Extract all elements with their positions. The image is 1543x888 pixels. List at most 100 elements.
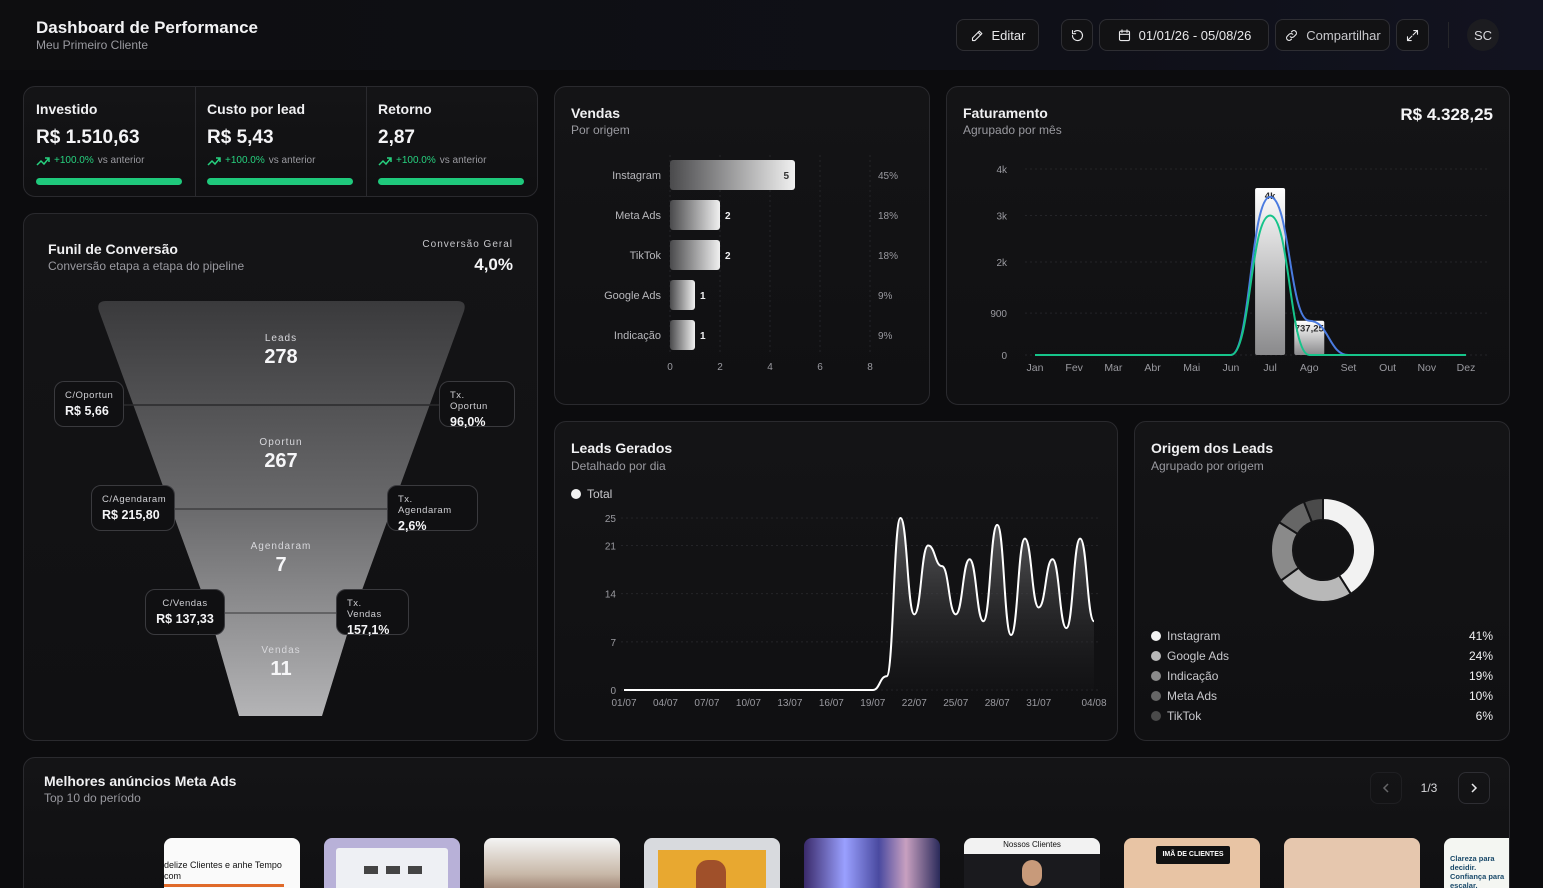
ad-thumbnail-7[interactable]: IMÃ DE CLIENTES	[1124, 838, 1260, 888]
y-category-label: Indicação	[614, 330, 661, 342]
avatar[interactable]: SC	[1467, 19, 1499, 51]
bar-percent-label: 9%	[878, 291, 893, 302]
ad-thumbnail-4[interactable]	[644, 838, 780, 888]
kpi-investido: Investido R$ 1.510,63 +100.0% vs anterio…	[24, 87, 195, 197]
x-tick-label: 25/07	[943, 698, 968, 709]
y-tick-label: 7	[610, 638, 616, 649]
pencil-icon	[971, 30, 982, 41]
ad-thumbnail-3[interactable]	[484, 838, 620, 888]
badge-label: Tx. Oportun	[450, 390, 488, 412]
kpi-trend: +100.0% vs anterior	[207, 155, 315, 166]
calendar-icon	[1118, 28, 1130, 41]
bar	[670, 160, 795, 190]
page-indicator: 1/3	[1420, 781, 1438, 795]
badge-label: C/Oportun	[65, 390, 114, 401]
x-tick-label: Set	[1341, 362, 1357, 374]
kpi-card: Investido R$ 1.510,63 +100.0% vs anterio…	[23, 86, 538, 197]
toolbar-divider	[1448, 22, 1449, 48]
kpi-progress-bar	[378, 178, 524, 185]
funnel-stage-value: 11	[270, 658, 292, 680]
ad-thumbnail-5[interactable]	[804, 838, 940, 888]
y-tick-label: 21	[605, 542, 617, 553]
legend-dot	[1151, 691, 1161, 701]
x-tick-label: 28/07	[985, 698, 1010, 709]
series-line	[1035, 195, 1466, 356]
y-tick-label: 3k	[996, 212, 1008, 223]
legend-value: 41%	[1468, 629, 1493, 643]
prev-page-button[interactable]	[1370, 772, 1402, 804]
ad-thumbnail-2[interactable]	[324, 838, 460, 888]
ad-thumbnail-text: Clareza para decidir. Confiança para esc…	[1450, 854, 1505, 888]
chevron-right-icon	[1471, 783, 1478, 793]
x-tick-label: 07/07	[694, 698, 719, 709]
badge-value: 2,6%	[398, 519, 427, 533]
kpi-trend-suffix: vs anterior	[268, 155, 316, 166]
ad-thumbnail-8[interactable]	[1284, 838, 1420, 888]
x-tick-label: 13/07	[777, 698, 802, 709]
x-tick-label: Mar	[1104, 362, 1123, 374]
legend-dot	[1151, 671, 1161, 681]
refresh-button[interactable]	[1061, 19, 1093, 51]
edit-button[interactable]: Editar	[956, 19, 1039, 51]
badge-value: R$ 215,80	[102, 508, 160, 522]
kpi-retorno: Retorno 2,87 +100.0% vs anterior	[366, 87, 537, 197]
trend-up-icon	[207, 156, 221, 166]
share-button[interactable]: Compartilhar	[1275, 19, 1390, 51]
badge-label: C/Agendaram	[102, 494, 167, 505]
kpi-custo-por-lead: Custo por lead R$ 5,43 +100.0% vs anteri…	[195, 87, 366, 197]
y-category-label: TikTok	[630, 250, 662, 262]
x-tick-label: Jun	[1222, 362, 1239, 374]
ad-thumbnail-1[interactable]: delize Clientes e anhe Tempo com	[164, 838, 300, 888]
bar-value-label: 2	[725, 211, 731, 222]
series-line	[1035, 214, 1466, 356]
x-tick-label: 04/08	[1081, 698, 1106, 709]
fullscreen-button[interactable]	[1396, 19, 1429, 51]
next-page-button[interactable]	[1458, 772, 1490, 804]
faturamento-card: Faturamento Agrupado por mês R$ 4.328,25…	[946, 86, 1510, 405]
x-tick-label: 01/07	[611, 698, 636, 709]
kpi-label: Investido	[36, 101, 98, 117]
date-range-picker[interactable]: 01/01/26 - 05/08/26	[1099, 19, 1269, 51]
legend-row-indicacao: Indicação 19%	[1151, 667, 1493, 685]
x-tick-label: 8	[867, 362, 873, 373]
bar-value-label: 5	[783, 171, 789, 182]
funnel-stage-label: Leads	[264, 333, 298, 344]
x-tick-label: Out	[1379, 362, 1396, 374]
ad-thumbnail-block	[364, 866, 378, 874]
ad-thumbnail-text: delize Clientes e anhe Tempo com	[164, 860, 282, 881]
y-tick-label: 4k	[996, 165, 1008, 176]
x-tick-label: Abr	[1144, 362, 1161, 374]
kpi-value: R$ 5,43	[207, 127, 274, 148]
vendas-chart: 0 2 4 6 8 Instagram 5 45% Meta Ads 2 18% TikTok 2 18%…	[604, 155, 898, 373]
kpi-progress-bar	[36, 178, 182, 185]
origem-card: Origem dos Leads Agrupado por origem Ins…	[1134, 421, 1510, 741]
x-tick-label: 4	[767, 362, 773, 373]
rate-badge-vendas: Tx. Vendas 157,1%	[336, 589, 409, 637]
ad-thumbnail-9[interactable]: Clareza para decidir. Confiança para esc…	[1444, 838, 1509, 888]
y-tick-label: 2k	[996, 258, 1008, 269]
kpi-trend-value: +100.0%	[54, 155, 94, 166]
x-tick-label: 6	[817, 362, 823, 373]
bar-value-label: 1	[700, 331, 706, 342]
edit-button-label: Editar	[991, 27, 1026, 43]
trend-up-icon	[36, 156, 50, 166]
y-tick-label: 900	[990, 309, 1007, 320]
leads-chart: 0 7 14 21 25 01/07 04/07 07/07 10/07 13/07 16/07 19…	[605, 514, 1107, 709]
badge-label: Tx. Agendaram	[398, 494, 452, 516]
y-tick-label: 14	[605, 590, 617, 601]
x-tick-label: Mai	[1183, 362, 1200, 374]
bar-percent-label: 18%	[878, 211, 898, 222]
x-tick-label: 0	[667, 362, 673, 373]
bar-value-label: 1	[700, 291, 706, 302]
legend-dot	[1151, 631, 1161, 641]
kpi-trend-value: +100.0%	[225, 155, 265, 166]
top-bar: Dashboard de Performance Meu Primeiro Cl…	[0, 0, 1543, 70]
kpi-progress-bar	[207, 178, 353, 185]
legend-value: 6%	[1475, 709, 1493, 723]
bar	[670, 200, 720, 230]
page-title: Dashboard de Performance	[36, 18, 259, 37]
ad-thumbnail-6[interactable]: Nossos Clientes	[964, 838, 1100, 888]
trend-up-icon	[378, 156, 392, 166]
legend-row-google-ads: Google Ads 24%	[1151, 647, 1493, 665]
ad-thumbnail-figure	[696, 860, 726, 888]
